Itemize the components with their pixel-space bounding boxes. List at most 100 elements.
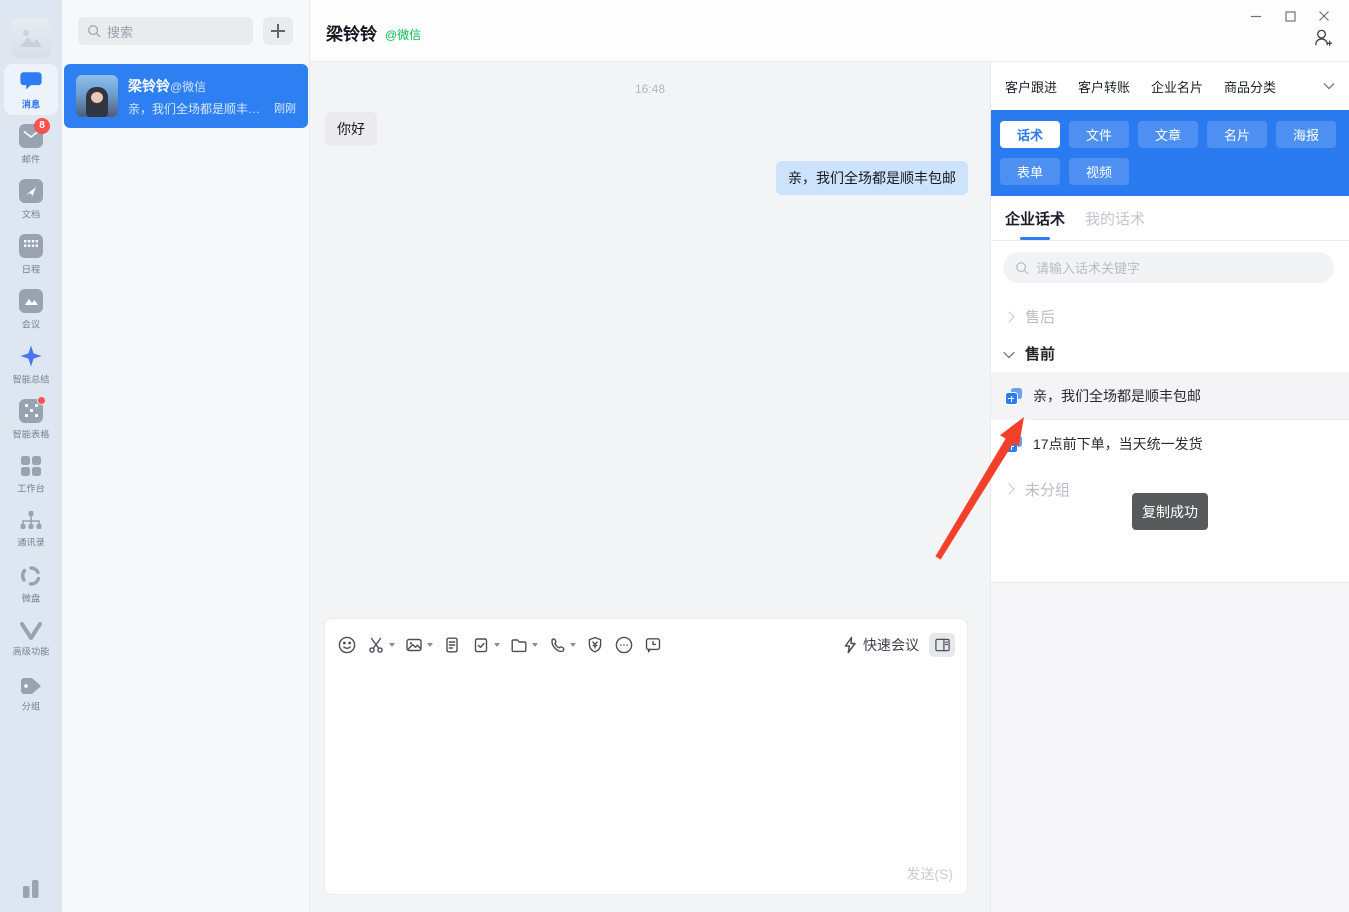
dropdown-caret-icon (389, 643, 395, 647)
category-posters[interactable]: 海报 (1276, 121, 1336, 148)
sidebar-item-mail[interactable]: 8 邮件 (0, 117, 62, 172)
emoji-button[interactable] (337, 635, 357, 655)
sidebar-item-wedrive[interactable]: 微盘 (0, 557, 62, 612)
sidebar-item-contacts[interactable]: 通讯录 (0, 502, 62, 557)
bar-chart-icon (23, 880, 39, 898)
tool-tab-bar: 客户跟进 客户转账 企业名片 商品分类 (991, 62, 1349, 110)
note-button[interactable] (442, 635, 462, 655)
sidebar-item-docs[interactable]: 文档 (0, 172, 62, 227)
group-pre-sales[interactable]: 售前 (991, 335, 1349, 372)
category-files[interactable]: 文件 (1069, 121, 1129, 148)
add-button[interactable] (263, 17, 293, 45)
quick-meeting-button[interactable]: 快速会议 (842, 635, 919, 655)
category-videos[interactable]: 视频 (1069, 158, 1129, 185)
script-item-text: 亲，我们全场都是顺丰包邮 (1033, 388, 1201, 404)
app-sidebar: 消息 8 邮件 文档 日程 会议 智能总结 智能表格 工作台 通讯录 微盘 高级… (0, 0, 62, 912)
search-icon (88, 25, 101, 38)
tab-my-scripts[interactable]: 我的话术 (1085, 196, 1145, 240)
folder-icon (511, 639, 527, 653)
sidebar-item-label: 微盘 (21, 593, 41, 604)
advanced-features-icon (20, 621, 42, 640)
notification-dot (37, 395, 46, 405)
image-icon (406, 638, 422, 652)
todo-button[interactable] (471, 635, 500, 655)
conversation-item-selected[interactable]: 梁铃铃 @微信 亲，我们全场都是顺丰… 刚刚 (64, 64, 308, 128)
note-icon (446, 637, 458, 653)
copy-send-icon[interactable] (1005, 387, 1022, 405)
phone-icon (551, 638, 565, 653)
calendar-icon (19, 233, 43, 258)
minimize-icon (1251, 15, 1261, 18)
sidebar-item-smart-summary[interactable]: 智能总结 (0, 337, 62, 392)
sidebar-item-label: 文档 (21, 209, 41, 220)
search-icon (1016, 261, 1029, 274)
category-forms[interactable]: 表单 (1000, 158, 1060, 185)
stats-button[interactable] (0, 880, 62, 898)
category-articles[interactable]: 文章 (1138, 121, 1198, 148)
chat-clock-icon (645, 638, 661, 653)
tab-customer-follow[interactable]: 客户跟进 (1005, 77, 1057, 96)
group-label: 售前 (1025, 346, 1056, 363)
sidebar-item-advanced[interactable]: 高级功能 (0, 612, 62, 667)
search-input[interactable]: 搜索 (78, 17, 253, 45)
category-scripts[interactable]: 话术 (1000, 121, 1060, 148)
sidebar-item-label: 通讯录 (17, 537, 45, 548)
tab-customer-transfer[interactable]: 客户转账 (1078, 77, 1130, 96)
sidebar-item-label: 邮件 (21, 154, 41, 165)
emoji-icon (338, 636, 356, 654)
script-item[interactable]: 17点前下单，当天统一发货 (991, 420, 1349, 468)
message-bubble-incoming[interactable]: 你好 (325, 112, 377, 146)
screenshot-button[interactable] (366, 635, 395, 655)
docs-icon (19, 178, 43, 203)
workbench-icon (21, 455, 41, 476)
copy-success-toast: 复制成功 (1132, 493, 1208, 530)
sidebar-item-label: 智能表格 (12, 429, 50, 440)
script-scope-tabs: 企业话术 我的话术 (991, 196, 1349, 241)
user-avatar[interactable] (11, 18, 51, 58)
group-after-sales[interactable]: 售后 (991, 298, 1349, 335)
sidebar-item-schedule[interactable]: 日程 (0, 227, 62, 282)
minimize-button[interactable] (1239, 2, 1273, 30)
composer: 快速会议 发送(S) (324, 618, 968, 895)
image-button[interactable] (404, 635, 433, 655)
sidebar-item-workbench[interactable]: 工作台 (0, 447, 62, 502)
chat-title-tag: @微信 (385, 28, 422, 42)
conversation-preview: 亲，我们全场都是顺丰… (128, 101, 261, 116)
close-button[interactable] (1307, 2, 1341, 30)
tab-product-category[interactable]: 商品分类 (1224, 77, 1276, 96)
maximize-button[interactable] (1273, 2, 1307, 30)
add-person-icon (1315, 29, 1333, 46)
more-button[interactable] (614, 635, 634, 655)
script-search-input[interactable]: 请输入话术关键字 (1003, 252, 1334, 283)
category-cards[interactable]: 名片 (1207, 121, 1267, 148)
script-item[interactable]: 亲，我们全场都是顺丰包邮 (991, 372, 1349, 420)
collapse-panel-button[interactable] (1323, 77, 1335, 95)
sidebar-item-messages[interactable]: 消息 (0, 62, 62, 117)
lightning-icon (844, 636, 856, 654)
meeting-icon (19, 288, 43, 313)
content-category-block: 话术 文件 文章 名片 海报 表单 视频 (991, 110, 1349, 196)
sidebar-item-smart-table[interactable]: 智能表格 (0, 392, 62, 447)
shield-yen-icon (588, 636, 602, 653)
file-button[interactable] (509, 635, 538, 655)
side-panel-toggle[interactable] (929, 633, 955, 657)
chat-header: 梁铃铃 @微信 (310, 0, 1349, 62)
scheduled-message-button[interactable] (643, 635, 663, 655)
group-label: 售后 (1025, 309, 1056, 326)
message-bubble-outgoing[interactable]: 亲，我们全场都是顺丰包邮 (776, 161, 968, 195)
tab-company-scripts[interactable]: 企业话术 (1005, 196, 1065, 240)
sidebar-item-meeting[interactable]: 会议 (0, 282, 62, 337)
add-member-button[interactable] (1312, 28, 1333, 53)
tab-company-card[interactable]: 企业名片 (1151, 77, 1203, 96)
call-button[interactable] (547, 635, 576, 655)
dropdown-caret-icon (532, 643, 538, 647)
sparkle-icon (20, 345, 42, 366)
payment-button[interactable] (585, 635, 605, 655)
copy-send-icon[interactable] (1005, 435, 1022, 453)
customer-tools-panel: 客户跟进 客户转账 企业名片 商品分类 话术 文件 文章 名片 海报 表单 视频… (990, 62, 1349, 912)
contacts-icon (20, 510, 42, 529)
message-input[interactable] (337, 667, 955, 854)
conversation-list-panel: 搜索 梁铃铃 @微信 亲，我们全场都是顺丰… 刚刚 (62, 0, 310, 912)
send-button[interactable]: 发送(S) (906, 864, 953, 884)
sidebar-item-groups[interactable]: 分组 (0, 667, 62, 722)
